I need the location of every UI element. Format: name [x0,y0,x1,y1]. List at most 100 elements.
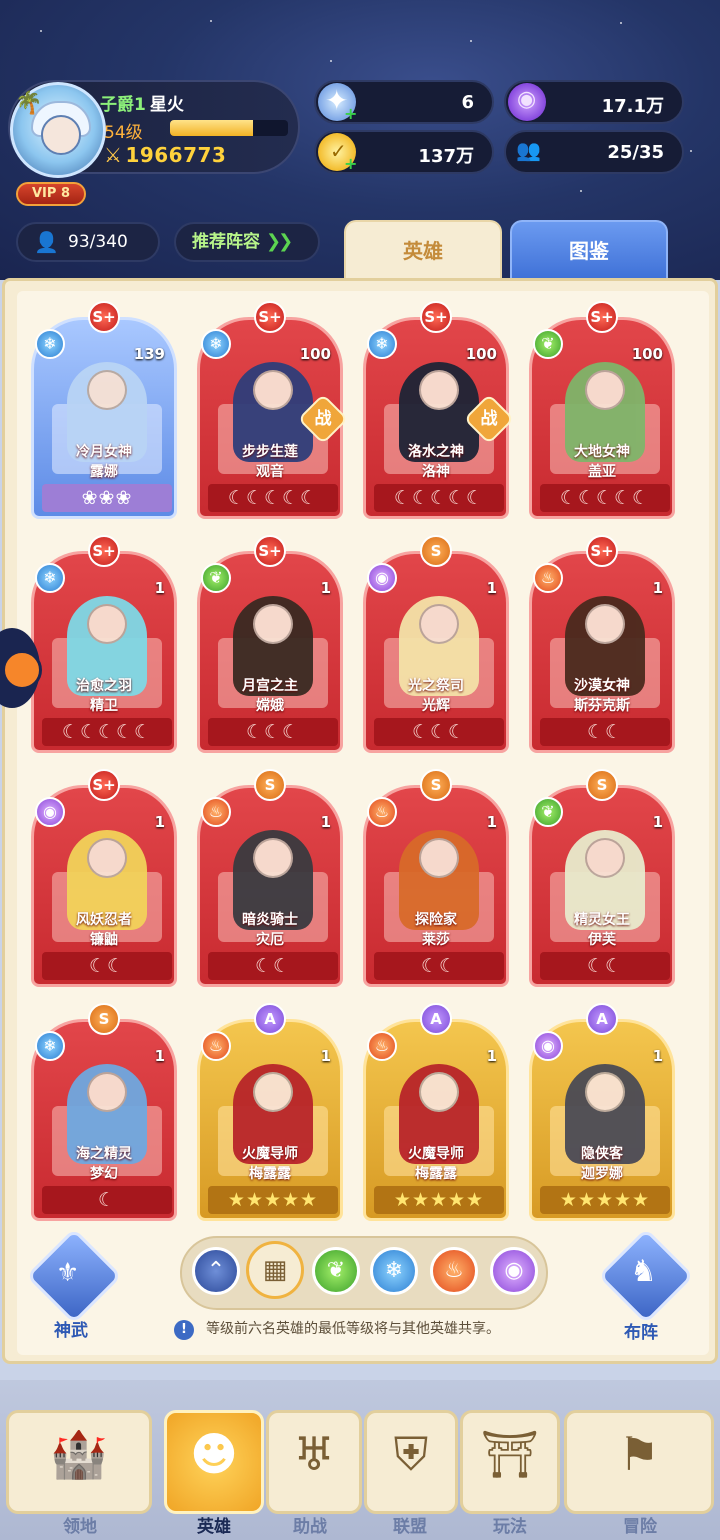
formation-label: 布阵 [624,1323,658,1343]
hero-star-rating: ☾☾☾☾☾ [42,718,172,746]
hero-level: 1 [320,1047,331,1065]
nature-element-icon: ❦ [533,329,563,359]
add-icon[interactable]: + [344,104,357,123]
hero-name: 洛神 [422,464,450,480]
fire-element-icon: ♨ [367,797,397,827]
fire-element-icon: ♨ [201,1031,231,1061]
hero-rank-badge: S+ [88,769,120,801]
knight-chess-icon: ♞ [630,1254,657,1289]
hero-card[interactable]: ☾☾☾☾☾ S+ ❄ 1 治愈之羽 精卫 [31,535,177,753]
hero-name: 嫦娥 [256,698,284,714]
nav-alliance[interactable]: ⛨ [364,1410,458,1514]
alliance-banner-icon: ⛨ [393,1427,429,1481]
hero-card[interactable]: ☾ S ❄ 1 海之精灵 梦幻 [31,1003,177,1221]
resource-star-crystal[interactable]: + 6 [314,80,494,124]
all-grid-icon[interactable]: ▦ [246,1241,304,1299]
vip-badge[interactable]: VIP 8 [16,182,86,206]
hero-level: 139 [133,345,165,363]
nav-label-adventure: 冒险 [623,1517,657,1537]
hero-rank-badge: S+ [586,301,618,333]
hero-rank-badge: A [254,1003,286,1035]
hero-star-rating: ★★★★★ [374,1186,504,1214]
hero-card[interactable]: ☾☾☾☾☾ S+ ❦ 100 大地女神 盖亚 [529,301,675,519]
hero-name: 梦幻 [90,1166,118,1182]
palm-tree-icon: 🌴 [15,91,43,116]
hero-star-rating: ☾ [42,1186,172,1214]
hero-card[interactable]: ☾☾☾☾☾ S+ ❄ 100 战洛水之神 洛神 [363,301,515,519]
hero-level: 1 [652,579,663,597]
nav-support[interactable]: ♅ [266,1410,362,1514]
tab-codex[interactable]: 图鉴 [510,220,668,282]
resource-gold-coin[interactable]: + 137万 [314,130,494,174]
fire-element-icon[interactable]: ♨ [430,1247,478,1295]
hero-head [253,604,293,644]
hero-head [87,1072,127,1112]
hero-rank-badge: S+ [254,301,286,333]
divine-weapon-label: 神武 [54,1321,88,1341]
hero-level: 1 [154,813,165,831]
hero-name: 盖亚 [588,464,616,480]
hero-star-rating: ☾☾ [540,952,670,980]
hero-name: 迦罗娜 [581,1166,623,1182]
hero-card[interactable]: ☾☾ S+ ◉ 1 风妖忍者 镰鼬 [31,769,177,987]
hero-level: 1 [320,579,331,597]
hero-card[interactable]: ☾☾☾ S+ ❦ 1 月宫之主 嫦娥 [197,535,343,753]
hero-card[interactable]: ☾☾ S ♨ 1 探险家 莱莎 [363,769,509,987]
nav-territory[interactable]: 🏰 [6,1410,152,1514]
hero-head [585,370,625,410]
nature-element-icon[interactable]: ❦ [312,1247,360,1295]
hero-title: 海之精灵 [76,1146,132,1162]
hero-card[interactable]: ☾☾ S ♨ 1 暗炎骑士 灾厄 [197,769,343,987]
hero-star-rating: ☾☾ [42,952,172,980]
hero-name: 精卫 [90,698,118,714]
hero-card[interactable]: ★★★★★ A ♨ 1 火魔导师 梅露露 [197,1003,343,1221]
castle-icon: 🏰 [50,1427,108,1481]
hero-card[interactable]: ☾☾ S ❦ 1 精灵女王 伊芙 [529,769,675,987]
hero-name: 光辉 [422,698,450,714]
flag-icon: ⚑ [618,1427,660,1481]
hero-card[interactable]: ☾☾☾☾☾ S+ ❄ 100 战步步生莲 观音 [197,301,349,519]
hero-level: 100 [465,345,497,363]
resource-purple-gem[interactable]: 17.1万 [504,80,684,124]
nature-element-icon: ❦ [201,563,231,593]
hero-level: 1 [652,1047,663,1065]
hero-title: 暗炎骑士 [242,912,298,928]
add-icon[interactable]: + [344,154,357,173]
hero-title: 风妖忍者 [76,912,132,928]
hero-face-icon: ☻ [190,1427,238,1481]
hero-title: 光之祭司 [408,678,464,694]
hero-title: 大地女神 [574,444,630,460]
hero-rank-badge: S+ [88,535,120,567]
tab-heroes[interactable]: 英雄 [344,220,502,282]
hero-card[interactable]: ☾☾☾ S ◉ 1 光之祭司 光辉 [363,535,509,753]
hero-title: 隐侠客 [581,1146,623,1162]
hero-head [87,370,127,410]
nav-gameplay[interactable]: ⛩ [460,1410,560,1514]
hero-star-rating: ☾☾ [374,952,504,980]
hero-head [87,604,127,644]
hero-card[interactable]: ☾☾ S+ ♨ 1 沙漠女神 斯芬克斯 [529,535,675,753]
player-level: 54级 [104,123,143,143]
hero-card[interactable]: ★★★★★ A ◉ 1 隐侠客 迦罗娜 [529,1003,675,1221]
hero-level: 100 [631,345,663,363]
hero-level: 1 [154,1047,165,1065]
hero-star-rating: ★★★★★ [208,1186,338,1214]
resource-friends[interactable]: 25/35 [504,130,684,174]
info-icon[interactable]: ! [174,1320,194,1340]
purple-gem-icon [508,83,546,121]
hero-card[interactable]: ★★★★★ A ♨ 1 火魔导师 梅露露 [363,1003,509,1221]
recommend-lineup-button[interactable]: 推荐阵容 ❯❯ [174,222,320,262]
nav-adventure[interactable]: ⚑ [564,1410,714,1514]
hero-name: 镰鼬 [90,932,118,948]
hero-star-rating: ☾☾☾☾☾ [208,484,338,512]
hero-card[interactable]: ❀❀❀ S+ ❄ 139 冷月女神 露娜 [31,301,177,519]
hero-head [585,604,625,644]
ice-element-icon[interactable]: ❄ [370,1247,418,1295]
player-avatar[interactable]: 🌴 [10,82,106,178]
sort-up-icon[interactable]: ⌃ [192,1247,240,1295]
hero-rank-badge: S+ [254,535,286,567]
light-element-icon[interactable]: ◉ [490,1247,538,1295]
nav-label-gameplay: 玩法 [493,1517,527,1537]
nav-heroes[interactable]: ☻ [164,1410,264,1514]
nav-label-territory: 领地 [63,1517,97,1537]
